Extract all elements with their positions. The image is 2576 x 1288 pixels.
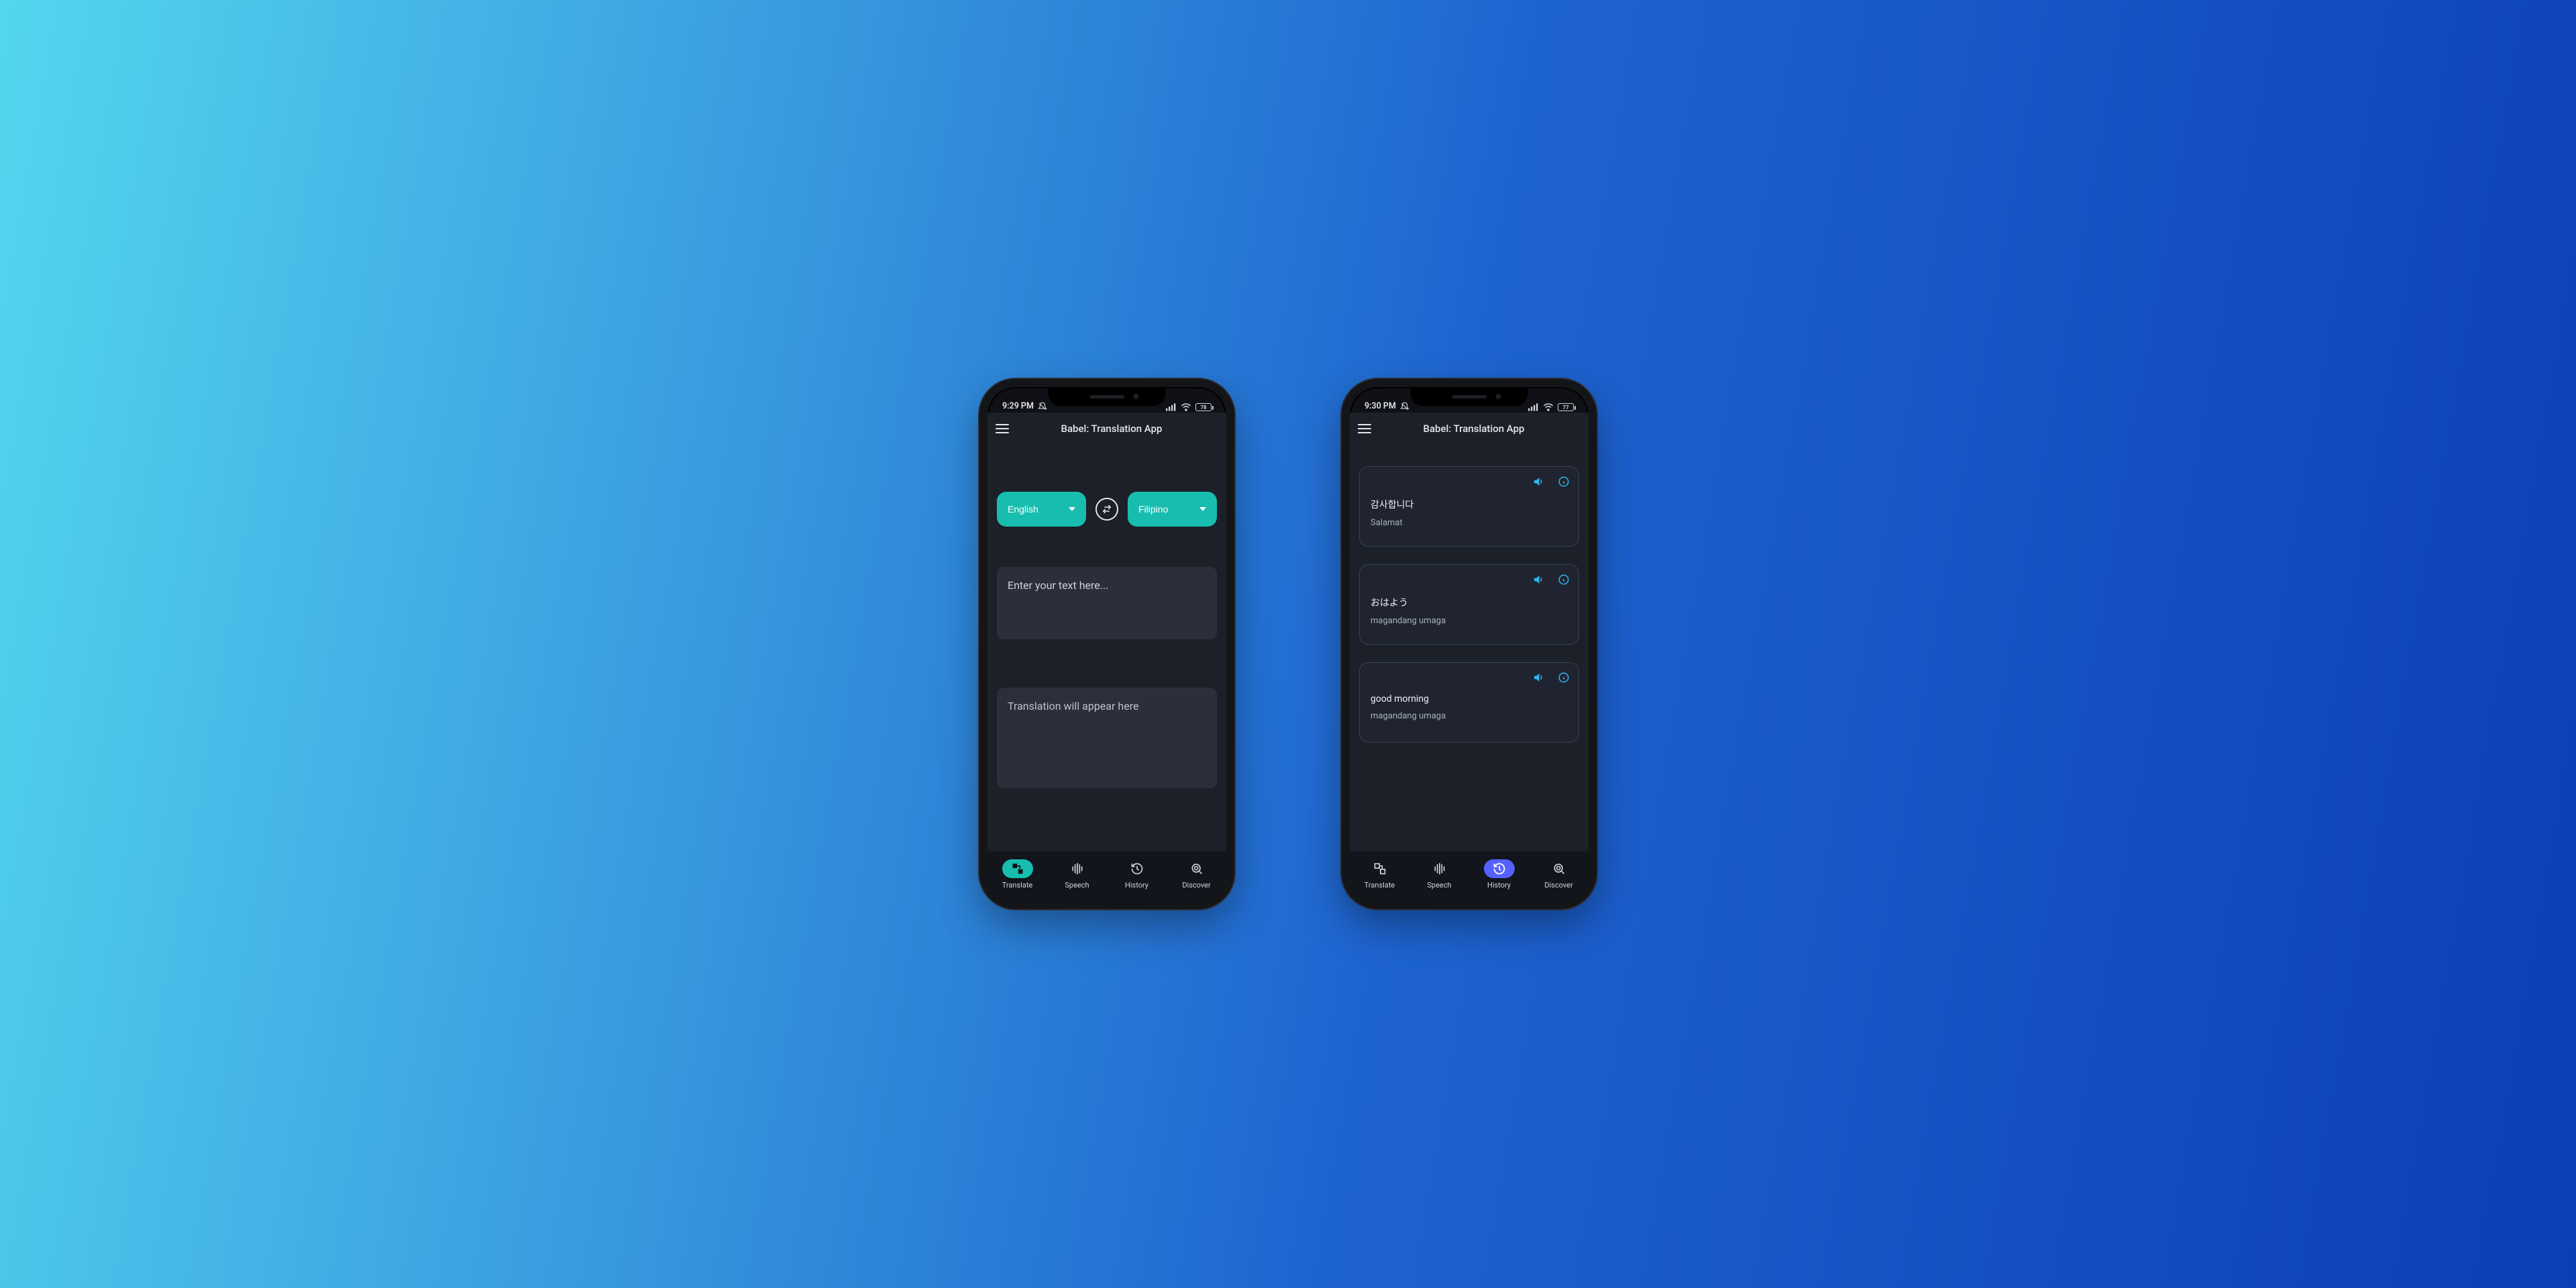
app-title: Babel: Translation App — [1005, 423, 1218, 435]
battery-indicator: 78 — [1195, 403, 1212, 411]
tab-discover[interactable]: Discover — [1173, 859, 1220, 890]
battery-indicator: 77 — [1558, 403, 1574, 411]
status-bar: 9:30 PM 77 — [1350, 387, 1589, 413]
swap-icon — [1101, 503, 1113, 515]
app-screen-translate: Babel: Translation App English Filipino … — [987, 413, 1226, 901]
status-time: 9:29 PM — [1002, 401, 1034, 411]
source-language-label: English — [1008, 504, 1038, 515]
tab-label: Speech — [1065, 881, 1089, 890]
target-language-label: Filipino — [1138, 504, 1168, 515]
status-time: 9:30 PM — [1364, 401, 1396, 411]
history-source-text: 감사합니다 — [1371, 498, 1568, 511]
source-language-dropdown[interactable]: English — [997, 492, 1086, 527]
side-button — [979, 501, 980, 538]
info-icon[interactable] — [1557, 573, 1570, 586]
input-placeholder: Enter your text here... — [1008, 579, 1108, 592]
signal-icon — [1166, 403, 1177, 411]
tab-label: History — [1125, 881, 1148, 890]
history-source-text: おはよう — [1371, 596, 1568, 609]
side-button — [1596, 515, 1597, 568]
history-card[interactable]: 감사합니다 Salamat — [1359, 466, 1579, 547]
dnd-icon — [1400, 402, 1409, 411]
bottom-tab-bar: Translate Speech History Discover — [987, 851, 1226, 901]
info-icon[interactable] — [1557, 671, 1570, 684]
app-title: Babel: Translation App — [1367, 423, 1580, 435]
chevron-down-icon — [1069, 507, 1075, 511]
speaker-icon[interactable] — [1532, 475, 1545, 488]
tab-label: Translate — [1364, 881, 1395, 890]
history-card[interactable]: おはよう magandang umaga — [1359, 564, 1579, 645]
history-icon — [1493, 862, 1506, 875]
output-placeholder: Translation will appear here — [1008, 700, 1138, 712]
info-icon[interactable] — [1557, 475, 1570, 488]
target-language-dropdown[interactable]: Filipino — [1128, 492, 1217, 527]
history-source-text: good morning — [1371, 694, 1568, 704]
phone-mockup-history: 9:30 PM 77 Babel: Translation App — [1342, 379, 1597, 909]
tab-translate[interactable]: Translate — [994, 859, 1041, 890]
history-list: 감사합니다 Salamat おはよう magandang umaga — [1359, 466, 1579, 743]
tab-history[interactable]: History — [1476, 859, 1523, 890]
language-selector-row: English Filipino — [997, 492, 1217, 527]
history-target-text: Salamat — [1371, 518, 1568, 528]
dnd-icon — [1038, 402, 1047, 411]
status-bar: 9:29 PM 78 — [987, 387, 1226, 413]
history-target-text: magandang umaga — [1371, 616, 1568, 626]
tab-translate[interactable]: Translate — [1356, 859, 1403, 890]
speech-icon — [1071, 862, 1084, 875]
app-bar: Babel: Translation App — [987, 413, 1226, 445]
translate-icon — [1011, 862, 1024, 875]
tab-history[interactable]: History — [1114, 859, 1161, 890]
wifi-icon — [1181, 403, 1191, 411]
tab-speech[interactable]: Speech — [1054, 859, 1101, 890]
speaker-icon[interactable] — [1532, 573, 1545, 586]
discover-icon — [1190, 862, 1203, 875]
translation-output: Translation will appear here — [997, 688, 1217, 788]
speaker-icon[interactable] — [1532, 671, 1545, 684]
source-text-input[interactable]: Enter your text here... — [997, 567, 1217, 639]
history-card[interactable]: good morning magandang umaga — [1359, 662, 1579, 743]
tab-speech[interactable]: Speech — [1416, 859, 1463, 890]
swap-languages-button[interactable] — [1095, 498, 1118, 521]
tab-label: Translate — [1002, 881, 1033, 890]
phone-mockup-translate: 9:29 PM 78 Babel: Translation App Englis… — [979, 379, 1234, 909]
tab-discover[interactable]: Discover — [1536, 859, 1582, 890]
app-bar: Babel: Translation App — [1350, 413, 1589, 445]
side-button — [979, 468, 980, 488]
wifi-icon — [1543, 403, 1554, 411]
history-icon — [1130, 862, 1144, 875]
side-button — [979, 545, 980, 582]
signal-icon — [1528, 403, 1539, 411]
tab-label: History — [1487, 881, 1511, 890]
tab-label: Speech — [1427, 881, 1451, 890]
discover-icon — [1552, 862, 1566, 875]
tab-label: Discover — [1544, 881, 1572, 890]
speech-icon — [1433, 862, 1446, 875]
tab-label: Discover — [1182, 881, 1210, 890]
chevron-down-icon — [1199, 507, 1206, 511]
app-screen-history: Babel: Translation App 감사합니다 Salamat — [1350, 413, 1589, 901]
bottom-tab-bar: Translate Speech History Discover — [1350, 851, 1589, 901]
translate-icon — [1373, 862, 1387, 875]
history-target-text: magandang umaga — [1371, 711, 1568, 721]
